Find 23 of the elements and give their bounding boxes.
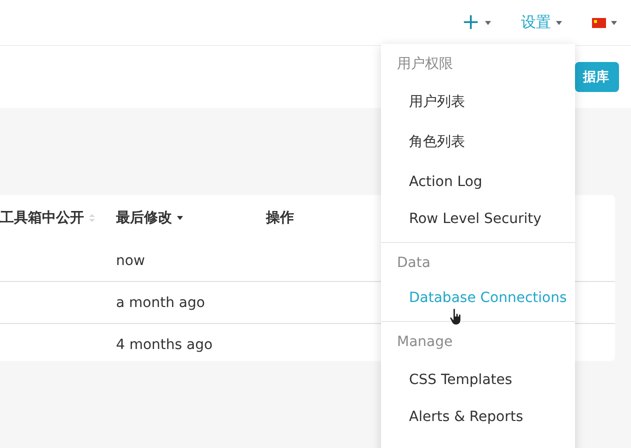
menu-item[interactable]: Alerts & Reports: [381, 400, 575, 434]
menu-item[interactable]: Action Log: [381, 162, 575, 202]
flag-icon: [592, 18, 606, 28]
column-header[interactable]: 工具箱中公开: [0, 208, 84, 226]
table-cell: a month ago: [116, 294, 205, 310]
caret-icon: [485, 20, 491, 24]
plus-icon: +: [462, 12, 480, 34]
menu-section-title: Data: [396, 254, 432, 273]
add-menu[interactable]: +: [462, 12, 491, 34]
caret-icon: [611, 20, 617, 24]
menu-item[interactable]: CSS Templates: [381, 360, 575, 400]
menu-section-title: Manage: [396, 333, 454, 352]
menu-item[interactable]: 用户列表: [381, 82, 575, 122]
caret-icon: [556, 20, 562, 24]
table-cell: 4 months ago: [116, 336, 213, 352]
column-header[interactable]: 最后修改: [116, 208, 172, 226]
language-menu[interactable]: [592, 18, 617, 28]
menu-section-title: 用户权限: [396, 55, 454, 74]
table-cell: now: [116, 252, 145, 268]
menu-item[interactable]: Row Level Security: [381, 202, 575, 236]
hand-cursor-icon: [449, 308, 463, 326]
column-header[interactable]: 操作: [266, 208, 294, 226]
menu-item[interactable]: 角色列表: [381, 122, 575, 162]
